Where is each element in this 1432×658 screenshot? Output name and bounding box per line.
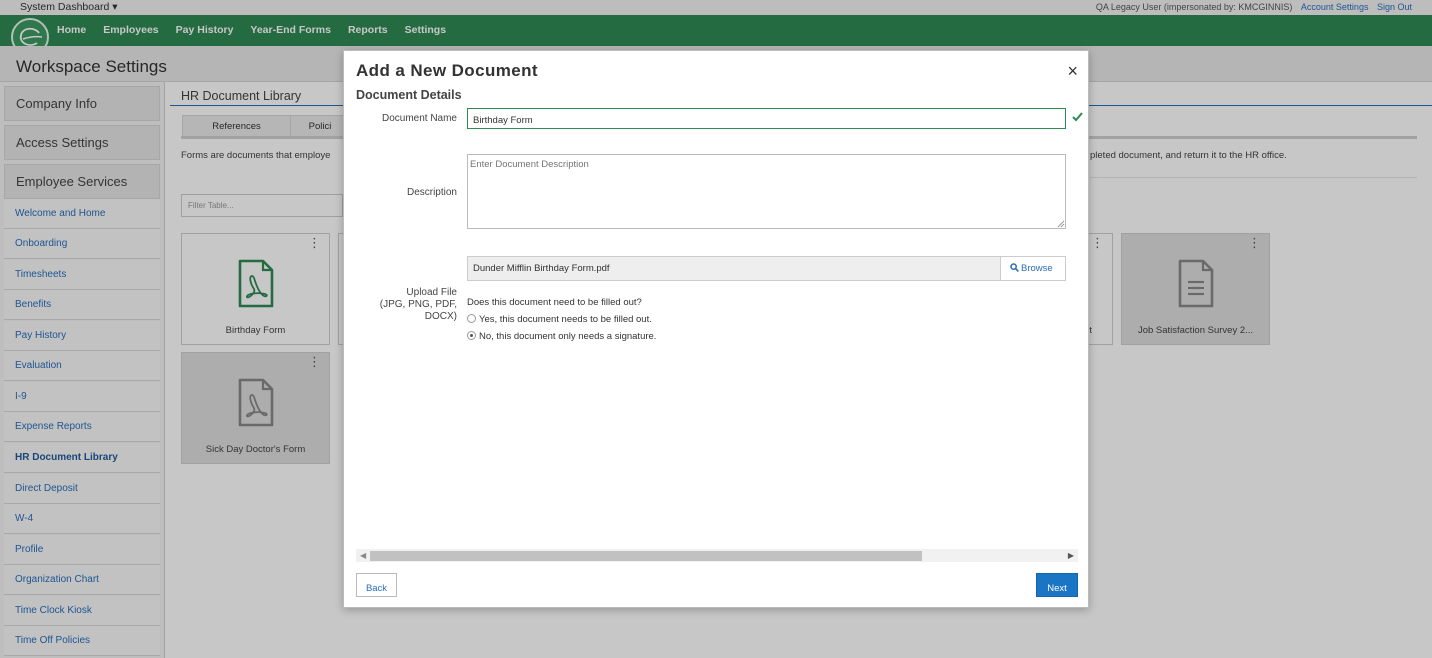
radio-button-selected[interactable]: [467, 331, 476, 340]
add-document-modal: Add a New Document × Document Details Do…: [343, 50, 1089, 608]
scroll-right-arrow-icon[interactable]: ▶: [1068, 551, 1074, 560]
back-button[interactable]: Back: [356, 573, 397, 597]
upload-label-line: DOCX): [424, 311, 457, 322]
description-label: Description: [406, 187, 457, 198]
description-textarea[interactable]: [467, 154, 1066, 229]
fill-out-question: Does this document need to be filled out…: [467, 297, 642, 308]
radio-yes-fill-out[interactable]: Yes, this document needs to be filled ou…: [467, 314, 652, 325]
radio-button[interactable]: [467, 314, 476, 323]
document-name-input[interactable]: [467, 108, 1066, 129]
radio-no-signature-only[interactable]: No, this document only needs a signature…: [467, 331, 656, 342]
browse-label: Browse: [1021, 263, 1053, 274]
next-button[interactable]: Next: [1036, 573, 1078, 597]
search-icon: [1010, 263, 1019, 272]
upload-label-line: Upload File: [406, 287, 457, 298]
scrollbar-thumb[interactable]: [370, 551, 922, 561]
modal-title: Add a New Document: [356, 61, 538, 80]
upload-file-label: Upload File (JPG, PNG, PDF, DOCX): [354, 287, 457, 323]
scroll-left-arrow-icon[interactable]: ◀: [360, 551, 366, 560]
horizontal-scrollbar[interactable]: ◀ ▶: [356, 549, 1078, 562]
radio-label: No, this document only needs a signature…: [479, 331, 657, 342]
close-icon[interactable]: ×: [1067, 61, 1078, 82]
radio-label: Yes, this document needs to be filled ou…: [479, 314, 652, 325]
modal-subtitle: Document Details: [356, 88, 462, 102]
browse-button[interactable]: Browse: [1000, 256, 1066, 281]
checkmark-icon: [1072, 112, 1083, 122]
selected-file-field: Dunder Mifflin Birthday Form.pdf: [467, 256, 1001, 281]
upload-label-line: (JPG, PNG, PDF,: [379, 299, 457, 310]
resize-grip-icon[interactable]: [1057, 220, 1065, 228]
document-name-label: Document Name: [381, 113, 457, 124]
